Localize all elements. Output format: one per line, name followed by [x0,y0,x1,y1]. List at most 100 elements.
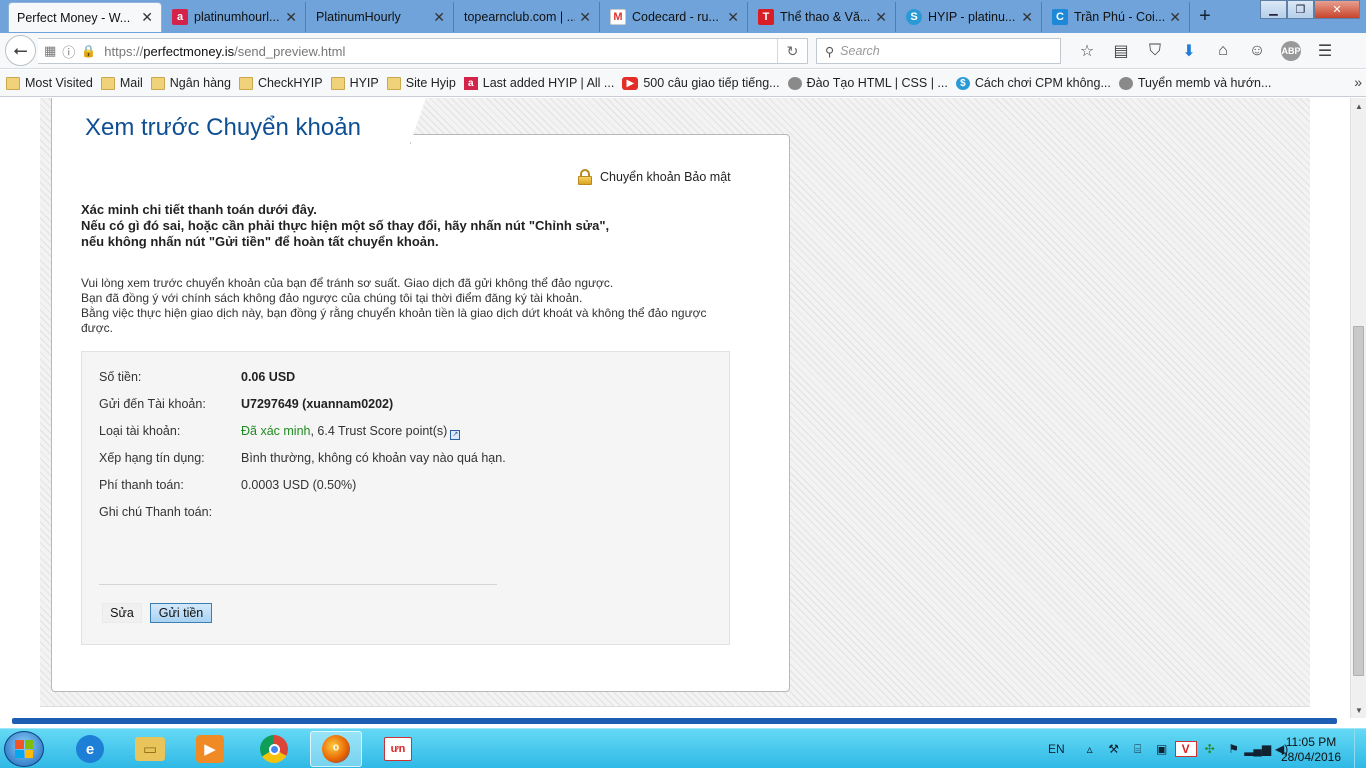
tab-perfect-money[interactable]: Perfect Money - W... ✕ [8,2,162,32]
bookmark-ngan-hang[interactable]: Ngân hàng [150,76,231,90]
hamburger-menu-icon[interactable]: ☰ [1308,39,1342,63]
secure-lock-icon[interactable]: 🔒 [81,44,96,58]
folder-icon [386,76,401,90]
edit-button[interactable]: Sửa [102,603,142,623]
tab-topearnclub[interactable]: topearnclub.com | ... ✕ [456,2,600,32]
recipient-value: U7297649 (xuannam0202) [241,397,394,411]
send-money-button[interactable]: Gửi tiền [150,603,212,623]
chrome-icon[interactable] [248,731,300,767]
bookmark-hyip[interactable]: HYIP [330,76,379,90]
tray-tool-icon[interactable]: ⚒ [1103,741,1125,757]
bookmark-tuyen-memb[interactable]: Tuyển memb và hướn... [1118,76,1271,90]
tab-platinumhourly-2[interactable]: PlatinumHourly ✕ [308,2,454,32]
bookmark-label: Ngân hàng [169,76,231,90]
windows-logo-icon [15,740,33,758]
bookmark-last-added-hyip[interactable]: a Last added HYIP | All ... [463,76,614,90]
new-tab-button[interactable]: + [1192,4,1218,28]
search-input[interactable]: ⚲ Search [816,38,1061,64]
adblock-plus-icon[interactable]: ABP [1274,39,1308,63]
downloads-icon[interactable]: ⬇ [1172,39,1206,63]
close-tab-icon[interactable]: ✕ [579,9,591,26]
tray-flag-icon[interactable]: ⚑ [1223,741,1245,757]
tray-signal-icon[interactable]: ▂▄▆ [1244,741,1271,757]
close-tab-icon[interactable]: ✕ [285,9,297,26]
bookmark-500-cau[interactable]: ▶ 500 câu giao tiếp tiếng... [622,76,780,90]
close-tab-icon[interactable]: ✕ [141,9,153,26]
tab-hyip-platinum[interactable]: S HYIP - platinu... ✕ [898,2,1042,32]
search-icon: ⚲ [825,44,835,59]
folder-icon [330,76,345,90]
bookmarks-bar: Most Visited Mail Ngân hàng CheckHYIP HY… [0,70,1366,97]
bookmark-dao-tao-html[interactable]: Đào Tạo HTML | CSS | ... [787,76,948,90]
notice-line: Bạn đã đồng ý với chính sách không đảo n… [81,291,583,305]
info-icon[interactable]: ⓘ [62,42,75,61]
bookmark-star-icon[interactable]: ☆ [1070,39,1104,63]
footer-line [40,706,1310,710]
reader-view-icon[interactable]: ▦ [44,43,56,59]
clock-time: 11:05 PM [1285,735,1337,749]
close-tab-icon[interactable]: ✕ [1169,9,1181,26]
toolbar-icons: ☆ ▤ ⛉ ⬇ ⌂ ☺ ABP ☰ [1070,39,1342,63]
bookmark-site-hyip[interactable]: Site Hyip [386,76,456,90]
scroll-up-icon[interactable]: ▲ [1351,98,1366,114]
close-window-button[interactable]: ✕ [1314,0,1360,19]
url-bar[interactable]: ▦ ⓘ 🔒 https://perfectmoney.is/send_previ… [38,38,808,64]
page-bottom-bar [12,718,1337,724]
page-content: Xem trước Chuyển khoản Chuyển khoản Bảo … [0,98,1350,718]
start-button[interactable] [4,731,44,767]
bookmark-checkhyip[interactable]: CheckHYIP [238,76,323,90]
tab-tran-phu[interactable]: C Trần Phú - Coi... ✕ [1044,2,1190,32]
folder-icon [238,76,253,90]
url-text[interactable]: https://perfectmoney.is/send_preview.htm… [104,44,345,59]
amount-value: 0.06 USD [241,370,296,384]
internet-explorer-icon[interactable]: e [64,731,116,767]
close-tab-icon[interactable]: ✕ [1021,9,1033,26]
home-icon[interactable]: ⌂ [1206,39,1240,63]
external-link-icon[interactable]: ↗ [450,430,461,440]
page-title: Xem trước Chuyển khoản [85,114,361,141]
a-letter-icon: a [172,9,188,25]
minimize-button[interactable]: ▁ [1260,0,1287,19]
file-explorer-icon[interactable]: ▭ [124,731,176,767]
back-button[interactable]: ⭠ [5,35,36,66]
pocket-icon[interactable]: ⛉ [1138,39,1172,63]
tab-title: topearnclub.com | ... [464,10,576,24]
verified-status: Đã xác minh [241,424,311,438]
tab-platinumhourly[interactable]: a platinumhourl... ✕ [164,2,306,32]
bookmarks-menu-icon[interactable]: ▤ [1104,39,1138,63]
tab-title: Codecard - ru... [632,10,719,24]
scrollbar-thumb[interactable] [1353,326,1364,676]
close-tab-icon[interactable]: ✕ [875,9,887,26]
firefox-icon[interactable]: ᵒ [310,731,362,767]
tray-expand-icon[interactable]: ▵ [1079,741,1101,757]
bookmark-cach-choi-cpm[interactable]: $ Cách chơi CPM không... [955,76,1111,90]
bookmarks-overflow-icon[interactable]: » [1354,74,1362,90]
close-tab-icon[interactable]: ✕ [433,9,445,26]
show-desktop-button[interactable] [1354,729,1366,768]
tab-the-thao[interactable]: T Thể thao & Vă... ✕ [750,2,896,32]
reload-icon[interactable]: ↻ [777,39,807,63]
t-letter-icon: T [758,9,774,25]
unikey-icon[interactable]: ưn [372,731,424,767]
hello-chat-icon[interactable]: ☺ [1240,39,1274,63]
url-path: /send_preview.html [234,43,346,59]
clock[interactable]: 11:05 PM 28/04/2016 [1276,735,1346,765]
bookmark-mail[interactable]: Mail [100,76,143,90]
verify-line: nếu không nhấn nút "Gửi tiền" để hoàn tấ… [81,234,439,249]
tray-usb-icon[interactable]: ⌸ [1127,741,1149,757]
language-indicator[interactable]: EN [1048,742,1065,756]
media-player-icon[interactable]: ▶ [184,731,236,767]
bookmark-label: Site Hyip [405,76,456,90]
scroll-down-icon[interactable]: ▼ [1351,702,1366,718]
bookmark-label: 500 câu giao tiếp tiếng... [643,76,780,90]
tab-codecard[interactable]: M Codecard - ru... ✕ [602,2,748,32]
tray-monitor-icon[interactable]: ▣ [1151,741,1173,757]
tab-title: platinumhourl... [194,10,280,24]
close-tab-icon[interactable]: ✕ [727,9,739,26]
tray-v-icon[interactable]: V [1174,741,1197,757]
maximize-button[interactable]: ❐ [1287,0,1314,19]
tray-network-share-icon[interactable]: ✣ [1199,741,1221,757]
bookmark-most-visited[interactable]: Most Visited [6,76,93,90]
vertical-scrollbar[interactable]: ▲ ▼ [1350,98,1366,718]
youtube-icon: ▶ [622,76,639,90]
